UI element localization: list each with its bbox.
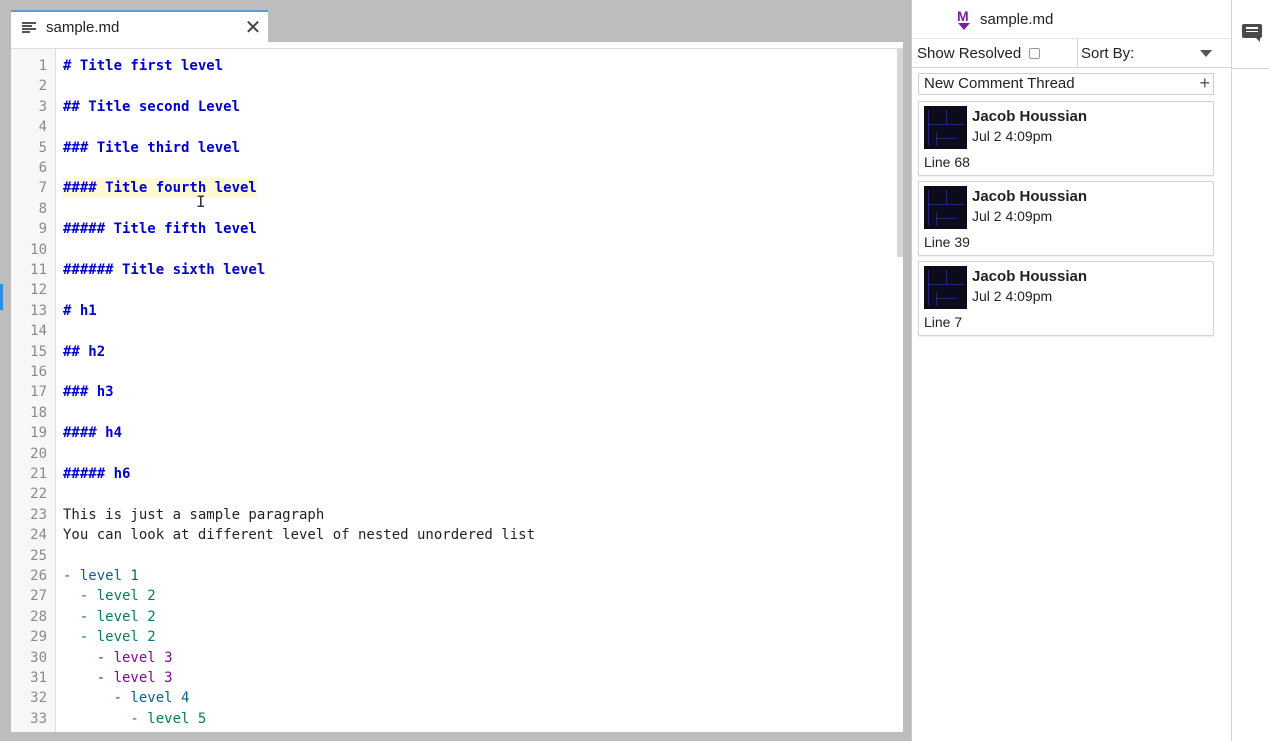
new-comment-thread-label: New Comment Thread — [924, 75, 1075, 92]
line-number: 17 — [30, 384, 47, 401]
code-line[interactable]: ##### Title fifth level — [63, 219, 257, 239]
code-line[interactable]: - level 2 — [63, 607, 156, 627]
editor-left-strip — [0, 0, 11, 741]
line-number: 23 — [30, 506, 47, 523]
line-number: 6 — [38, 160, 47, 176]
line-number: 30 — [30, 649, 47, 666]
code-line[interactable]: - level 2 — [63, 627, 156, 647]
code-editor[interactable]: 1 2 3 4 5 6 7 8 9 10 11 12 13 14 15 16 17 18 19 20 21 22 23 24 2… — [11, 49, 903, 732]
avatar — [924, 266, 967, 309]
line-number: 13 — [30, 302, 47, 319]
code-line[interactable]: - level 4 — [63, 688, 190, 708]
code-line[interactable]: ## Title second Level — [63, 97, 240, 117]
line-number: 12 — [30, 282, 47, 299]
code-line[interactable]: - level 2 — [63, 586, 156, 606]
comment-thread-card[interactable]: Jacob Houssian Jul 2 4:09pm Line 39 — [918, 181, 1214, 256]
comments-pane: M sample.md Show Resolved Sort By: New C… — [911, 0, 1232, 741]
comment-timestamp: Jul 2 4:09pm — [972, 288, 1053, 304]
file-lines-icon — [22, 21, 36, 33]
activity-marker — [0, 284, 3, 310]
code-line[interactable]: ### Title third level — [63, 138, 240, 158]
comment-line-reference[interactable]: Line 7 — [924, 314, 962, 330]
code-line[interactable]: #### Title fourth level — [63, 178, 257, 199]
code-line[interactable]: ## h2 — [63, 342, 105, 362]
close-icon[interactable]: ✕ — [238, 12, 268, 42]
comment-author: Jacob Houssian — [972, 188, 1088, 205]
sort-by-label[interactable]: Sort By: — [1081, 45, 1134, 62]
text-cursor-icon: I — [196, 192, 206, 211]
line-number: 20 — [30, 445, 47, 462]
code-line[interactable]: ### h3 — [63, 382, 114, 402]
line-number: 22 — [30, 486, 47, 503]
line-number: 27 — [30, 588, 47, 605]
line-number: 29 — [30, 629, 47, 646]
show-resolved-toggle[interactable]: Show Resolved — [917, 45, 1041, 62]
comment-icon[interactable] — [1242, 24, 1262, 42]
line-number: 16 — [30, 364, 47, 380]
vertical-scrollbar-thumb[interactable] — [897, 49, 903, 257]
comment-thread-card[interactable]: Jacob Houssian Jul 2 4:09pm Line 68 — [918, 101, 1214, 176]
avatar — [924, 186, 967, 229]
code-line[interactable]: You can look at different level of neste… — [63, 525, 535, 545]
line-number: 11 — [30, 262, 47, 278]
line-number: 5 — [38, 139, 47, 156]
line-number: 7 — [38, 180, 47, 197]
comment-timestamp: Jul 2 4:09pm — [972, 128, 1053, 144]
show-resolved-checkbox[interactable] — [1029, 48, 1041, 59]
code-line[interactable]: ###### Title sixth level — [63, 260, 265, 280]
comment-line-reference[interactable]: Line 39 — [924, 234, 970, 250]
comment-line-reference[interactable]: Line 68 — [924, 154, 970, 170]
chevron-down-icon[interactable] — [1200, 50, 1212, 57]
line-number: 21 — [30, 466, 47, 482]
line-number-gutter: 1 2 3 4 5 6 7 8 9 10 11 12 13 14 15 16 17 18 19 20 21 22 23 24 2… — [11, 49, 56, 732]
editor-pane: sample.md ✕ 1 2 3 4 5 6 7 8 9 10 11 12 13 14 15 16 17 18 1… — [0, 0, 910, 741]
line-number: 2 — [38, 78, 47, 95]
code-line[interactable]: This is just a sample paragraph — [63, 505, 324, 525]
editor-bottom-bar — [11, 732, 903, 741]
line-number: 9 — [38, 221, 47, 238]
show-resolved-label: Show Resolved — [917, 45, 1022, 62]
line-number: 3 — [38, 98, 47, 115]
comments-toolbar: Show Resolved Sort By: — [912, 38, 1232, 68]
new-comment-thread-button[interactable]: New Comment Thread + — [918, 73, 1214, 95]
line-number: 19 — [30, 425, 47, 442]
line-number: 33 — [30, 710, 47, 727]
plus-icon[interactable]: + — [1199, 73, 1210, 93]
line-number: 18 — [30, 404, 47, 421]
code-line[interactable]: #### h4 — [63, 423, 122, 443]
code-line[interactable]: # h1 — [63, 301, 97, 321]
code-line[interactable]: - level 3 — [63, 648, 173, 668]
comments-header: M sample.md — [912, 0, 1232, 38]
comment-author: Jacob Houssian — [972, 108, 1088, 125]
line-number: 1 — [38, 58, 47, 74]
tab-sample-md[interactable]: sample.md ✕ — [11, 10, 268, 42]
line-number: 8 — [38, 200, 47, 217]
code-line[interactable]: - level 3 — [63, 668, 173, 688]
line-number: 15 — [30, 343, 47, 360]
markdown-file-icon: M — [956, 8, 972, 32]
comment-author: Jacob Houssian — [972, 268, 1088, 285]
comments-file-title: sample.md — [980, 11, 1054, 28]
line-number: 28 — [30, 608, 47, 625]
avatar — [924, 106, 967, 149]
line-number: 10 — [30, 241, 47, 258]
toolbar-divider — [1077, 39, 1078, 68]
line-number: 26 — [30, 568, 47, 584]
tab-bar: sample.md ✕ — [11, 0, 903, 42]
line-number: 31 — [30, 670, 47, 686]
code-line[interactable]: ##### h6 — [63, 464, 130, 484]
right-sidebar — [1231, 0, 1269, 741]
code-line[interactable]: - level 5 — [63, 709, 206, 729]
code-line[interactable]: - level 1 — [63, 566, 139, 586]
code-line[interactable]: # Title first level — [63, 56, 223, 76]
tab-label: sample.md — [46, 18, 120, 36]
line-number: 24 — [30, 527, 47, 544]
right-sidebar-divider — [1232, 68, 1269, 69]
line-number: 4 — [38, 119, 47, 136]
line-number: 14 — [30, 323, 47, 340]
comment-timestamp: Jul 2 4:09pm — [972, 208, 1053, 224]
line-number: 32 — [30, 690, 47, 707]
comment-thread-card[interactable]: Jacob Houssian Jul 2 4:09pm Line 7 — [918, 261, 1214, 336]
line-number: 25 — [30, 547, 47, 564]
